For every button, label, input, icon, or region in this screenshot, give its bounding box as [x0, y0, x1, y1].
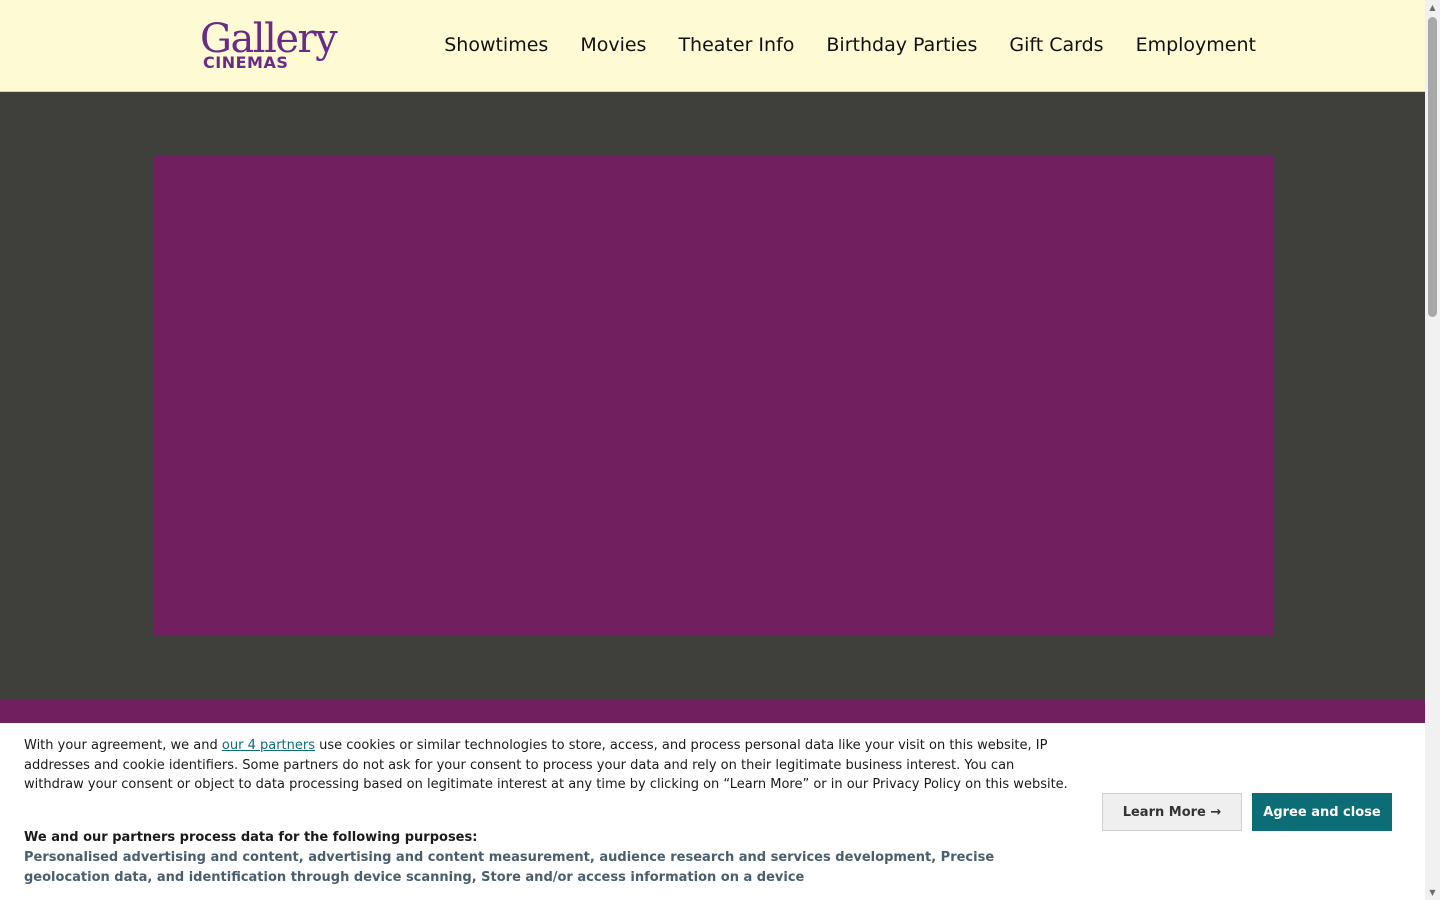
main-nav: Showtimes Movies Theater Info Birthday P… — [444, 33, 1256, 57]
page: Gallery CINEMAS Showtimes Movies Theater… — [0, 0, 1425, 900]
hero-banner — [153, 156, 1273, 636]
cookie-consent-banner: With your agreement, we and our 4 partne… — [0, 723, 1425, 900]
purposes-title: We and our partners process data for the… — [24, 830, 478, 845]
nav-birthday-parties[interactable]: Birthday Parties — [826, 33, 977, 57]
nav-movies[interactable]: Movies — [580, 33, 646, 57]
logo-text-cinemas: CINEMAS — [203, 53, 289, 72]
partners-link[interactable]: our 4 partners — [222, 738, 315, 753]
nav-showtimes[interactable]: Showtimes — [444, 33, 548, 57]
purposes-list: Personalised advertising and content, ad… — [24, 850, 995, 885]
nav-gift-cards[interactable]: Gift Cards — [1009, 33, 1103, 57]
nav-theater-info[interactable]: Theater Info — [678, 33, 794, 57]
scrollbar-thumb[interactable] — [1428, 17, 1437, 317]
scroll-down-arrow-icon[interactable]: ▼ — [1425, 885, 1440, 900]
learn-more-button[interactable]: Learn More → — [1102, 793, 1242, 831]
nav-employment[interactable]: Employment — [1136, 33, 1256, 57]
site-header: Gallery CINEMAS Showtimes Movies Theater… — [0, 0, 1425, 92]
scroll-up-arrow-icon[interactable]: ▲ — [1425, 0, 1440, 15]
vertical-scrollbar[interactable]: ▲ ▼ — [1425, 0, 1440, 900]
gallery-cinemas-logo[interactable]: Gallery CINEMAS — [200, 18, 338, 74]
agree-and-close-button[interactable]: Agree and close — [1252, 793, 1392, 831]
consent-text-start: With your agreement, we and — [24, 738, 222, 753]
consent-text: With your agreement, we and our 4 partne… — [24, 736, 1074, 795]
